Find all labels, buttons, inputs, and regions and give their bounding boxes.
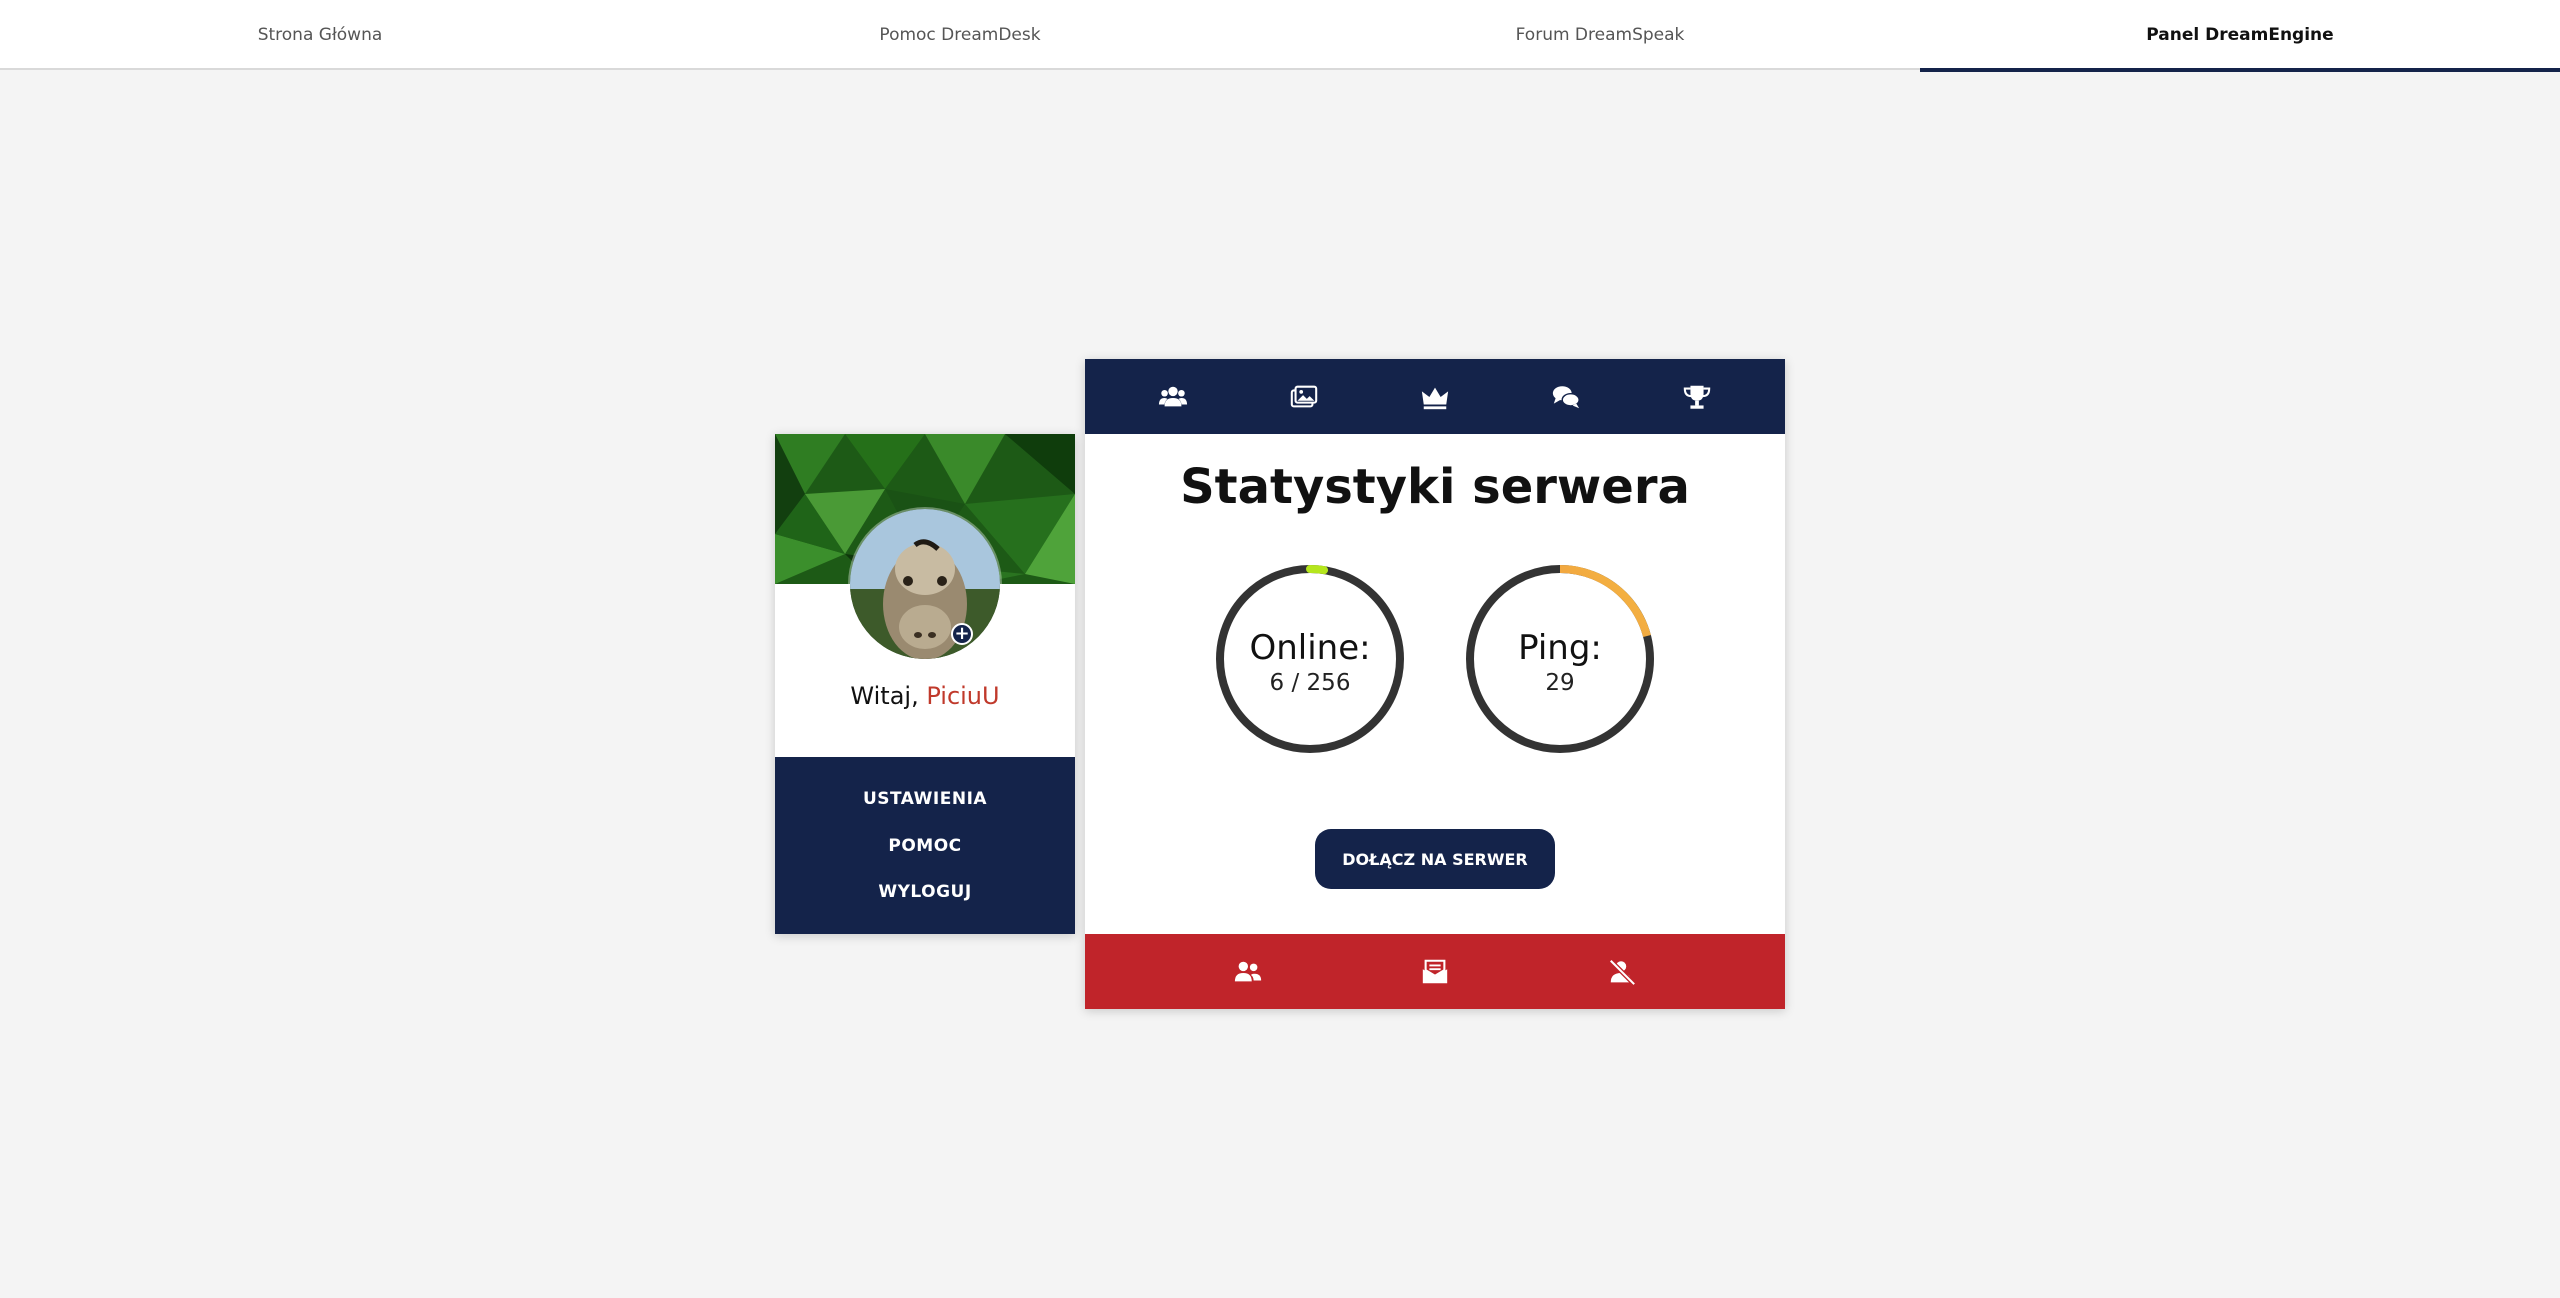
users-icon[interactable] — [1153, 377, 1193, 417]
online-label: Online: — [1249, 628, 1371, 668]
avatar[interactable] — [850, 509, 1000, 659]
menu-item-ustawienia[interactable]: USTAWIENIA — [775, 789, 1075, 809]
trophy-icon[interactable] — [1677, 377, 1717, 417]
images-icon[interactable] — [1284, 377, 1324, 417]
tab-strona-glowna[interactable]: Strona Główna — [0, 0, 640, 70]
ping-gauge: Ping: 29 — [1465, 564, 1655, 754]
greeting-prefix: Witaj, — [850, 682, 927, 710]
panel-top-icon-bar — [1085, 359, 1785, 434]
tab-forum-dreamspeak[interactable]: Forum DreamSpeak — [1280, 0, 1920, 70]
tab-pomoc-dreamdesk[interactable]: Pomoc DreamDesk — [640, 0, 1280, 70]
user-friends-icon[interactable] — [1228, 952, 1268, 992]
greeting: Witaj, PiciuU — [775, 682, 1075, 710]
ping-label: Ping: — [1518, 628, 1602, 668]
top-navigation: Strona Główna Pomoc DreamDesk Forum Drea… — [0, 0, 2560, 72]
join-server-button[interactable]: DOŁĄCZ NA SERWER — [1315, 829, 1555, 889]
mail-box-icon[interactable] — [1415, 952, 1455, 992]
menu-item-wyloguj[interactable]: WYLOGUJ — [775, 882, 1075, 902]
username: PiciuU — [926, 682, 1000, 710]
menu-item-pomoc[interactable]: POMOC — [775, 836, 1075, 856]
profile-menu: USTAWIENIA POMOC WYLOGUJ — [775, 757, 1075, 934]
crown-icon[interactable] — [1415, 377, 1455, 417]
server-panel: Statystyki serwera Online: 6 / 256 Ping:… — [1085, 359, 1785, 1009]
user-slash-icon[interactable] — [1602, 952, 1642, 992]
tab-panel-dreamengine[interactable]: Panel DreamEngine — [1920, 0, 2560, 72]
panel-title: Statystyki serwera — [1180, 459, 1690, 515]
comments-icon[interactable] — [1546, 377, 1586, 417]
profile-card: + Witaj, PiciuU USTAWIENIA POMOC WYLOGUJ — [775, 434, 1075, 934]
online-gauge: Online: 6 / 256 — [1215, 564, 1405, 754]
camel-avatar-image — [850, 509, 1000, 659]
ping-value: 29 — [1545, 670, 1575, 696]
change-avatar-plus-icon[interactable]: + — [951, 623, 973, 645]
panel-bottom-icon-bar — [1085, 934, 1785, 1009]
online-value: 6 / 256 — [1269, 670, 1351, 696]
